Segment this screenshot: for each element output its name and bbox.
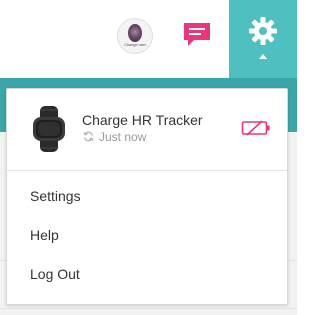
- battery-low-icon: [241, 120, 270, 136]
- chat-bubble-icon[interactable]: [182, 21, 212, 49]
- menu-item-settings[interactable]: Settings: [30, 188, 81, 204]
- dropdown-caret: [259, 54, 267, 59]
- sync-icon: [83, 131, 94, 142]
- user-avatar[interactable]: Change user: [117, 18, 153, 54]
- avatar-photo: [128, 24, 142, 42]
- avatar-caption: Change user: [124, 42, 146, 47]
- settings-dropdown: Charge HR Tracker Just now Settings Help…: [6, 88, 288, 305]
- background-divider: [0, 308, 297, 309]
- device-row[interactable]: Charge HR Tracker Just now: [7, 89, 287, 169]
- menu-item-help[interactable]: Help: [30, 227, 59, 243]
- settings-button[interactable]: [229, 0, 297, 78]
- tracker-image: [33, 106, 65, 152]
- sync-status: Just now: [99, 130, 147, 144]
- device-name: Charge HR Tracker: [82, 112, 203, 128]
- gear-icon: [249, 17, 277, 45]
- menu-divider: [7, 170, 287, 171]
- menu-item-log-out[interactable]: Log Out: [30, 266, 80, 282]
- top-bar: Change user: [0, 0, 297, 78]
